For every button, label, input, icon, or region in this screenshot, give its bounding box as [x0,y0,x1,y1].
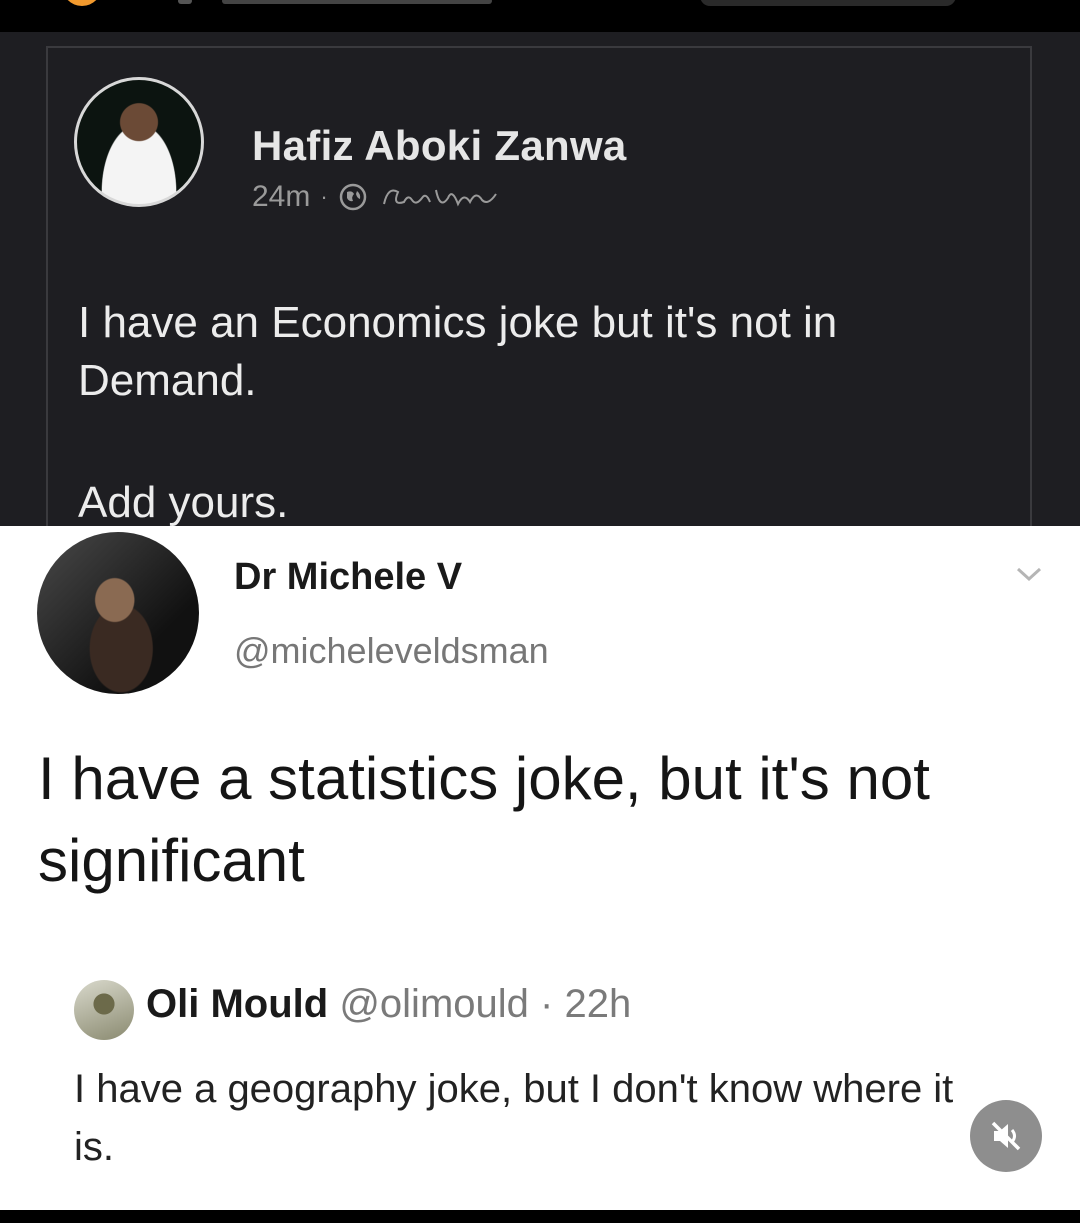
chevron-down-icon[interactable] [1014,564,1044,584]
avatar[interactable] [74,980,134,1040]
avatar[interactable] [74,77,204,207]
author-name[interactable]: Hafiz Aboki Zanwa [252,122,627,170]
speaker-muted-icon [991,1121,1021,1151]
reply-text: I have a geography joke, but I don't kno… [74,1067,954,1169]
meta-separator: · [320,184,328,209]
status-text-cutoff [222,0,492,4]
mute-button[interactable] [970,1100,1042,1172]
bottom-strip [0,1210,1080,1223]
avatar[interactable] [37,532,199,694]
facebook-post: Hafiz Aboki Zanwa 24m · I have an Econom… [0,32,1080,527]
tweet-text: I have a statistics joke, but it's not s… [38,745,930,894]
post-text: I have an Economics joke but it's not in… [78,298,838,405]
tweet-card: Dr Michele V @micheleveldsman I have a s… [0,526,1080,1210]
reply-separator: · [540,982,554,1026]
reply-author-handle[interactable]: @olimould [339,982,529,1026]
reply-author-name[interactable]: Oli Mould [146,982,328,1026]
signature-watermark-icon [382,189,497,207]
status-indicator [62,0,102,6]
post-meta: 24m · [252,180,508,214]
reply-header: Oli Mould @olimould · 22h [146,982,631,1027]
post-call-to-action: Add yours. [78,478,289,527]
reply-time: 22h [564,982,632,1026]
tweet-author-name[interactable]: Dr Michele V [234,556,462,599]
quoted-reply[interactable]: Oli Mould @olimould · 22h I have a geogr… [0,956,1040,1210]
post-time[interactable]: 24m [252,180,310,214]
status-dash [178,0,192,4]
top-status-strip [0,0,1080,32]
globe-icon[interactable] [338,182,368,212]
tweet-author-handle[interactable]: @micheleveldsman [234,630,549,672]
status-pill [700,0,956,6]
